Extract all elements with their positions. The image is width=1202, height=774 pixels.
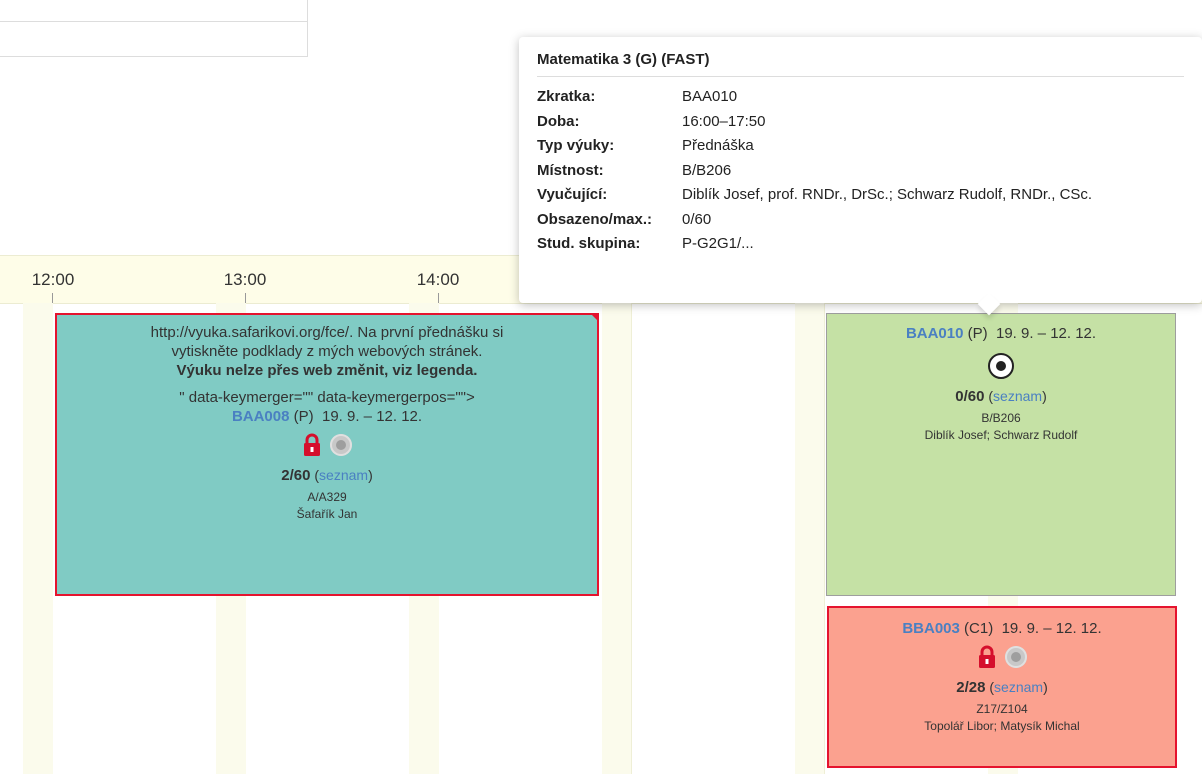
event-type: (P) — [293, 408, 314, 425]
course-code-link[interactable]: BAA008 — [232, 408, 290, 425]
radio-disabled-icon — [1005, 646, 1027, 668]
capacity-value: 2/60 — [281, 467, 311, 484]
grid-column — [795, 303, 825, 774]
capacity-value: 0/60 — [955, 388, 985, 405]
radio-selected-icon[interactable] — [988, 353, 1014, 379]
tooltip-row: Vyučující: Diblík Josef, prof. RNDr., Dr… — [537, 183, 1184, 208]
grid-line — [824, 303, 825, 774]
schedule-event-baa008[interactable]: http://vyuka.safarikovi.org/fce/. Na prv… — [55, 313, 599, 596]
tooltip-row: Stud. skupina: P-G2G1/... — [537, 232, 1184, 257]
hour-tick — [245, 293, 246, 303]
tooltip-row: Typ výuky: Přednáška — [537, 134, 1184, 159]
tooltip-value: Diblík Josef, prof. RNDr., DrSc.; Schwar… — [682, 186, 1093, 203]
tooltip-value: BAA010 — [682, 88, 738, 105]
tooltip-label: Doba: — [537, 112, 580, 130]
tooltip-row: Obsazeno/max.: 0/60 — [537, 208, 1184, 233]
tooltip-label: Typ výuky: — [537, 137, 615, 154]
tooltip-label: Stud. skupina: — [537, 235, 641, 252]
lock-icon — [304, 433, 320, 456]
grid-column — [602, 303, 632, 774]
student-list-link[interactable]: seznam — [319, 467, 368, 483]
tooltip-row: Místnost: B/B206 — [537, 159, 1184, 184]
teacher-label: Šafařík Jan — [296, 507, 358, 521]
tooltip-row: Zkratka: BAA010 — [537, 85, 1184, 110]
tooltip-label: Obsazeno/max.: — [537, 210, 653, 228]
room-label: B/B206 — [981, 411, 1021, 425]
tooltip-title: Matematika 3 (G) (FAST) — [537, 51, 1184, 77]
event-note-artifact: " data-keymerger="" data-keymergerpos=""… — [179, 389, 475, 406]
schedule-event-baa010[interactable]: BAA010 (P) 19. 9. – 12. 12. 0/60 (seznam… — [826, 313, 1176, 596]
event-dates: 19. 9. – 12. 12. — [1001, 620, 1102, 637]
student-list-link[interactable]: seznam — [994, 679, 1043, 695]
course-tooltip: Matematika 3 (G) (FAST) Zkratka: BAA010 … — [519, 37, 1202, 316]
hour-label: 14:00 — [416, 270, 460, 289]
event-dates: 19. 9. – 12. 12. — [995, 325, 1097, 342]
event-icons — [827, 351, 1175, 381]
tooltip-label: Místnost: — [537, 161, 604, 179]
tooltip-label: Vyučující: — [537, 186, 608, 203]
teacher-label: Topolář Libor; Matysík Michal — [924, 719, 1080, 733]
tooltip-row: Doba: 16:00–17:50 — [537, 110, 1184, 135]
event-note-warning: Výuku nelze přes web změnit, viz legenda… — [176, 362, 478, 379]
event-icons — [829, 642, 1175, 672]
tooltip-value: P-G2G1/... — [682, 235, 754, 252]
course-code-link[interactable]: BBA003 — [902, 620, 960, 637]
event-note-line: http://vyuka.safarikovi.org/fce/. Na prv… — [150, 324, 504, 341]
top-panel-box — [0, 0, 308, 57]
grid-line — [631, 303, 632, 774]
schedule-event-bba003[interactable]: BBA003 (C1) 19. 9. – 12. 12. 2/28 (sezna… — [827, 606, 1177, 768]
event-note-line: vytiskněte podklady z mých webových strá… — [171, 343, 483, 360]
tooltip-value: Přednáška — [682, 137, 754, 154]
tooltip-value: 0/60 — [682, 210, 712, 228]
hour-label: 12:00 — [31, 270, 75, 289]
event-dates: 19. 9. – 12. 12. — [321, 408, 423, 425]
hour-label: 13:00 — [223, 270, 267, 289]
teacher-label: Diblík Josef; Schwarz Rudolf — [924, 428, 1078, 442]
student-list-link[interactable]: seznam — [993, 388, 1042, 404]
top-panel-divider — [0, 21, 307, 22]
tooltip-value: 16:00–17:50 — [682, 112, 766, 130]
room-label: Z17/Z104 — [976, 702, 1028, 716]
grid-column — [23, 303, 53, 774]
tooltip-label: Zkratka: — [537, 88, 596, 105]
event-type: (C1) — [964, 620, 994, 637]
event-icons — [57, 430, 597, 460]
radio-disabled-icon — [330, 434, 352, 456]
hour-tick — [438, 293, 439, 303]
course-code-link[interactable]: BAA010 — [906, 325, 964, 342]
note-corner-marker — [590, 313, 599, 322]
hour-tick — [52, 293, 53, 303]
capacity-value: 2/28 — [956, 679, 986, 696]
room-label: A/A329 — [307, 490, 347, 504]
tooltip-value: B/B206 — [682, 161, 732, 179]
event-type: (P) — [967, 325, 988, 342]
lock-icon — [979, 645, 995, 668]
